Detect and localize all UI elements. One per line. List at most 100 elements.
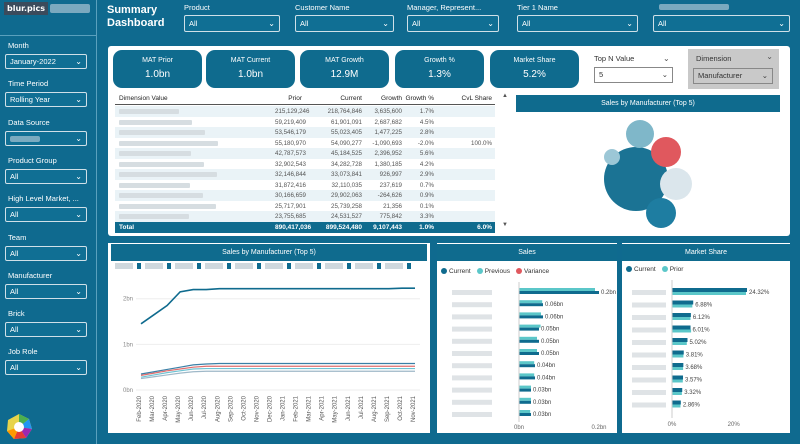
bar-current (672, 363, 684, 367)
filter-select[interactable]: All ⌄ (407, 15, 499, 32)
slicer-value: Rolling Year (10, 95, 51, 104)
table-cell: 0.1% (419, 202, 434, 210)
blurred-category-label (452, 290, 492, 295)
table-row[interactable]: 215,129,246 218,764,846 3,635,600 1.7% (115, 106, 495, 117)
table-header-cell[interactable]: Growth % (405, 95, 434, 102)
chevron-down-icon: ⌄ (268, 19, 275, 28)
kpi-card: Growth % 1.3% (395, 50, 484, 88)
legend-label: Current (449, 268, 471, 275)
bubble (626, 120, 654, 148)
bar-previous (519, 349, 537, 352)
dimension-table[interactable]: Dimension Value Prior Current Growth Growth … (115, 93, 500, 233)
bubble (651, 137, 681, 167)
filter-label: Manager, Represent... (407, 3, 482, 12)
kpi-title: MAT Growth (325, 57, 364, 64)
chevron-down-icon: ⌄ (75, 287, 82, 296)
table-row[interactable]: 25,717,901 25,739,258 21,356 0.1% (115, 200, 495, 211)
filter-label: Tier 1 Name (517, 3, 558, 12)
table-row[interactable]: 42,787,573 45,184,525 2,396,952 5.6% (115, 148, 495, 159)
table-header-cell[interactable]: Dimension Value (119, 95, 279, 102)
table-header-cell[interactable]: CvL Share (437, 95, 492, 102)
table-cell: 61,901,091 (331, 118, 362, 126)
kpi-card: Market Share 5.2% (490, 50, 579, 88)
table-cell: 3,635,600 (374, 108, 402, 115)
table-row[interactable]: 32,902,543 34,282,728 1,380,185 4.2% (115, 158, 495, 169)
x-tick-label: Nov-2021 (411, 395, 417, 422)
x-tick-label: Feb-2021 (294, 395, 300, 421)
slicer-value: All (10, 363, 19, 372)
bar-prior (672, 292, 747, 295)
filter-select[interactable]: All ⌄ (653, 15, 790, 32)
filter-select[interactable]: All ⌄ (295, 15, 394, 32)
bar-value-label: 0.04bn (537, 375, 555, 381)
bubble (604, 149, 620, 165)
chevron-down-icon: ⌄ (661, 70, 668, 79)
blurred-category-label (632, 402, 666, 408)
x-tick-label: Jun-2020 (189, 395, 195, 421)
slicer-select[interactable]: January-2022 ⌄ (5, 54, 87, 69)
slicer-label: Product Group (8, 156, 57, 165)
table-header-cell[interactable]: Prior (275, 95, 302, 102)
kpi-value: 1.3% (428, 69, 451, 80)
x-tick-label: May-2020 (176, 395, 182, 422)
x-tick-label: Oct-2020 (241, 395, 247, 420)
slicer-value: All (10, 172, 19, 181)
slicer-select[interactable]: All ⌄ (5, 246, 87, 261)
bubble-chart[interactable] (516, 112, 780, 232)
blurred-dimension-value (119, 203, 216, 209)
filter-select[interactable]: All ⌄ (517, 15, 638, 32)
table-total-cell: 899,524,480 (325, 224, 362, 231)
blurred-category-label (452, 399, 492, 405)
slicer-select[interactable]: All ⌄ (5, 169, 87, 184)
blurred-category-label (452, 375, 492, 381)
table-cell: 32,146,844 (275, 171, 306, 178)
bar-prior (672, 392, 682, 395)
bar-previous (519, 288, 595, 291)
bar-current (672, 313, 691, 317)
slicer-select[interactable]: ⌄ (5, 131, 87, 146)
table-cell: 21,356 (383, 202, 402, 210)
table-row[interactable]: 31,872,416 32,110,035 237,619 0.7% (115, 179, 495, 190)
x-tick-label: Oct-2021 (398, 395, 404, 420)
filter-select[interactable]: All ⌄ (184, 15, 280, 32)
bar-value-label: 0.05bn (541, 351, 559, 357)
chevron-down-icon: ⌄ (382, 19, 389, 28)
slicer-select[interactable]: All ⌄ (5, 360, 87, 375)
bar-current (519, 352, 539, 355)
bar-current (672, 325, 691, 330)
slicer-select[interactable]: All ⌄ (5, 322, 87, 337)
slicer-select[interactable]: Rolling Year ⌄ (5, 92, 87, 107)
bar-current (519, 388, 531, 392)
legend-label: Current (634, 266, 656, 273)
x-tick-label: Mar-2021 (307, 395, 313, 421)
table-header-cell[interactable]: Growth (365, 95, 402, 102)
x-tick-label: 20% (728, 422, 741, 428)
topn-select[interactable]: 5 ⌄ (594, 67, 673, 83)
table-scrollbar[interactable]: ▲ ▼ (502, 93, 508, 228)
chevron-down-icon: ⌄ (766, 52, 773, 61)
slicer-value: All (10, 210, 19, 219)
kpi-card: MAT Growth 12.9M (300, 50, 389, 88)
topn-value: 5 (599, 70, 604, 79)
blurred-dimension-value (119, 161, 204, 167)
blurred-category-label (452, 387, 492, 393)
table-row[interactable]: 32,146,844 33,073,841 926,997 2.9% (115, 169, 495, 180)
table-row[interactable]: 55,180,970 54,090,277 -1,090,693 -2.0% 100.0… (115, 137, 495, 148)
bar-value-label: 0.03bn (533, 400, 551, 406)
slicer-select[interactable]: All ⌄ (5, 284, 87, 299)
table-row[interactable]: 59,219,409 61,901,091 2,687,682 4.5% (115, 116, 495, 127)
sales-bar-chart[interactable]: 0.2bn 0.06bn 0.06bn 0.05bn 0.05bn 0.05bn 0.04b… (437, 282, 617, 432)
table-row[interactable]: 30,166,659 29,902,063 -264,626 0.9% (115, 190, 495, 201)
topn-label: Top N Value (594, 54, 635, 63)
slicer-select[interactable]: All ⌄ (5, 207, 87, 222)
table-row[interactable]: 23,755,685 24,531,527 775,842 3.3% (115, 211, 495, 222)
table-header-cell[interactable]: Current (305, 95, 362, 102)
table-row[interactable]: 53,546,179 55,023,405 1,477,225 2.8% (115, 127, 495, 138)
market-share-bar-chart[interactable]: 24.32% 6.88% 6.12% 6.01% 5.02% 3.81% 3.68% 3.57… (622, 280, 790, 430)
line-chart[interactable]: 2bn 1bn 0bn Feb-2020 Mar-2020 Apr-2020 May-202… (108, 280, 430, 430)
filter-value: All (658, 19, 667, 28)
dimension-select[interactable]: Manufacturer ⌄ (693, 68, 773, 84)
filter-value: All (300, 19, 309, 28)
filter-label: Customer Name (295, 3, 350, 12)
x-tick-label: Apr-2020 (163, 395, 169, 420)
